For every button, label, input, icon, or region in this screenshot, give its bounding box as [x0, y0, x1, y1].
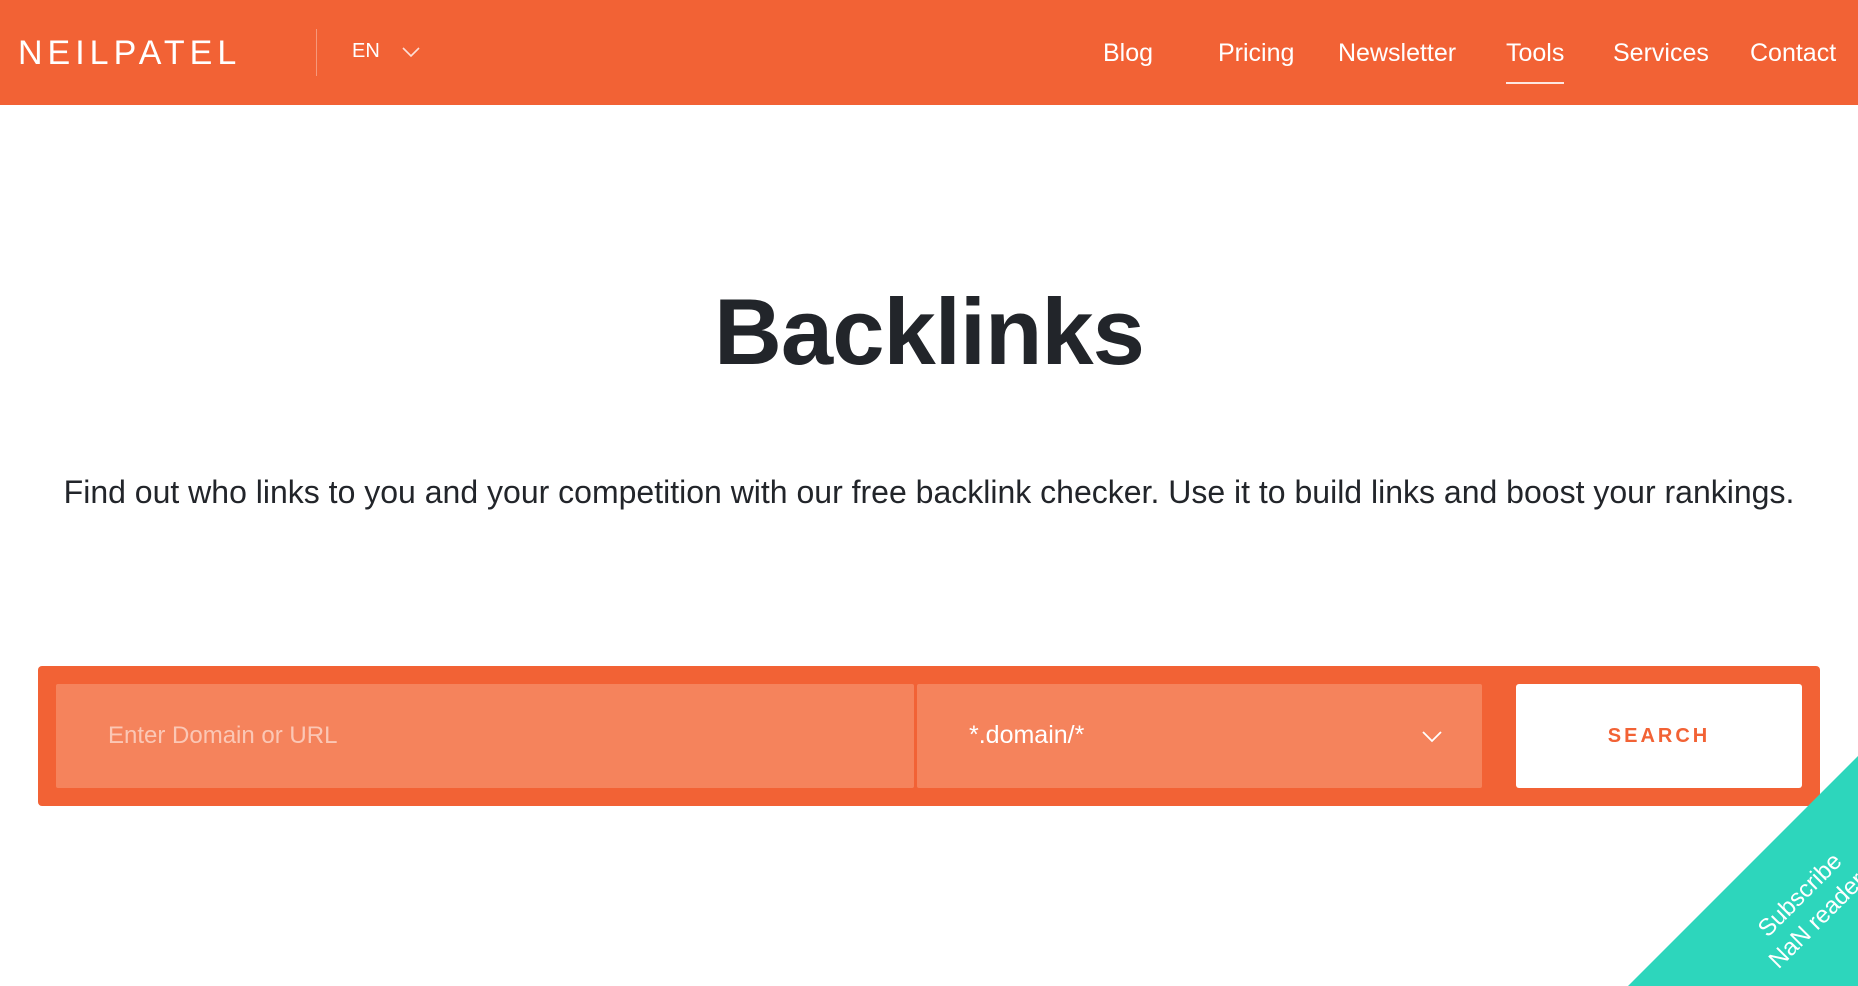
nav-newsletter[interactable]: Newsletter — [1338, 38, 1456, 68]
nav-pricing[interactable]: Pricing — [1218, 38, 1294, 68]
page-title: Backlinks — [714, 279, 1145, 384]
site-logo[interactable]: NEILPATEL — [18, 36, 241, 70]
nav-contact[interactable]: Contact — [1750, 38, 1836, 68]
page-subtitle: Find out who links to you and your compe… — [63, 474, 1795, 510]
nav-blog[interactable]: Blog — [1103, 38, 1153, 68]
header-divider — [316, 29, 317, 76]
chevron-down-icon — [402, 46, 420, 57]
language-label: EN — [352, 40, 380, 62]
chevron-down-icon — [1422, 731, 1442, 743]
scope-dropdown[interactable]: *.domain/* — [917, 684, 1482, 788]
top-navigation-bar: NEILPATEL EN Blog Pricing Newsletter Too… — [0, 0, 1858, 105]
scope-selected-value: *.domain/* — [969, 721, 1085, 749]
subscribe-ribbon[interactable]: Subscribe NaN readers — [1628, 756, 1858, 986]
domain-url-input[interactable] — [56, 684, 914, 788]
nav-services[interactable]: Services — [1613, 38, 1709, 68]
backlink-search-panel: *.domain/* SEARCH — [38, 666, 1820, 806]
language-selector[interactable]: EN — [352, 40, 420, 63]
nav-tools[interactable]: Tools — [1506, 38, 1565, 84]
